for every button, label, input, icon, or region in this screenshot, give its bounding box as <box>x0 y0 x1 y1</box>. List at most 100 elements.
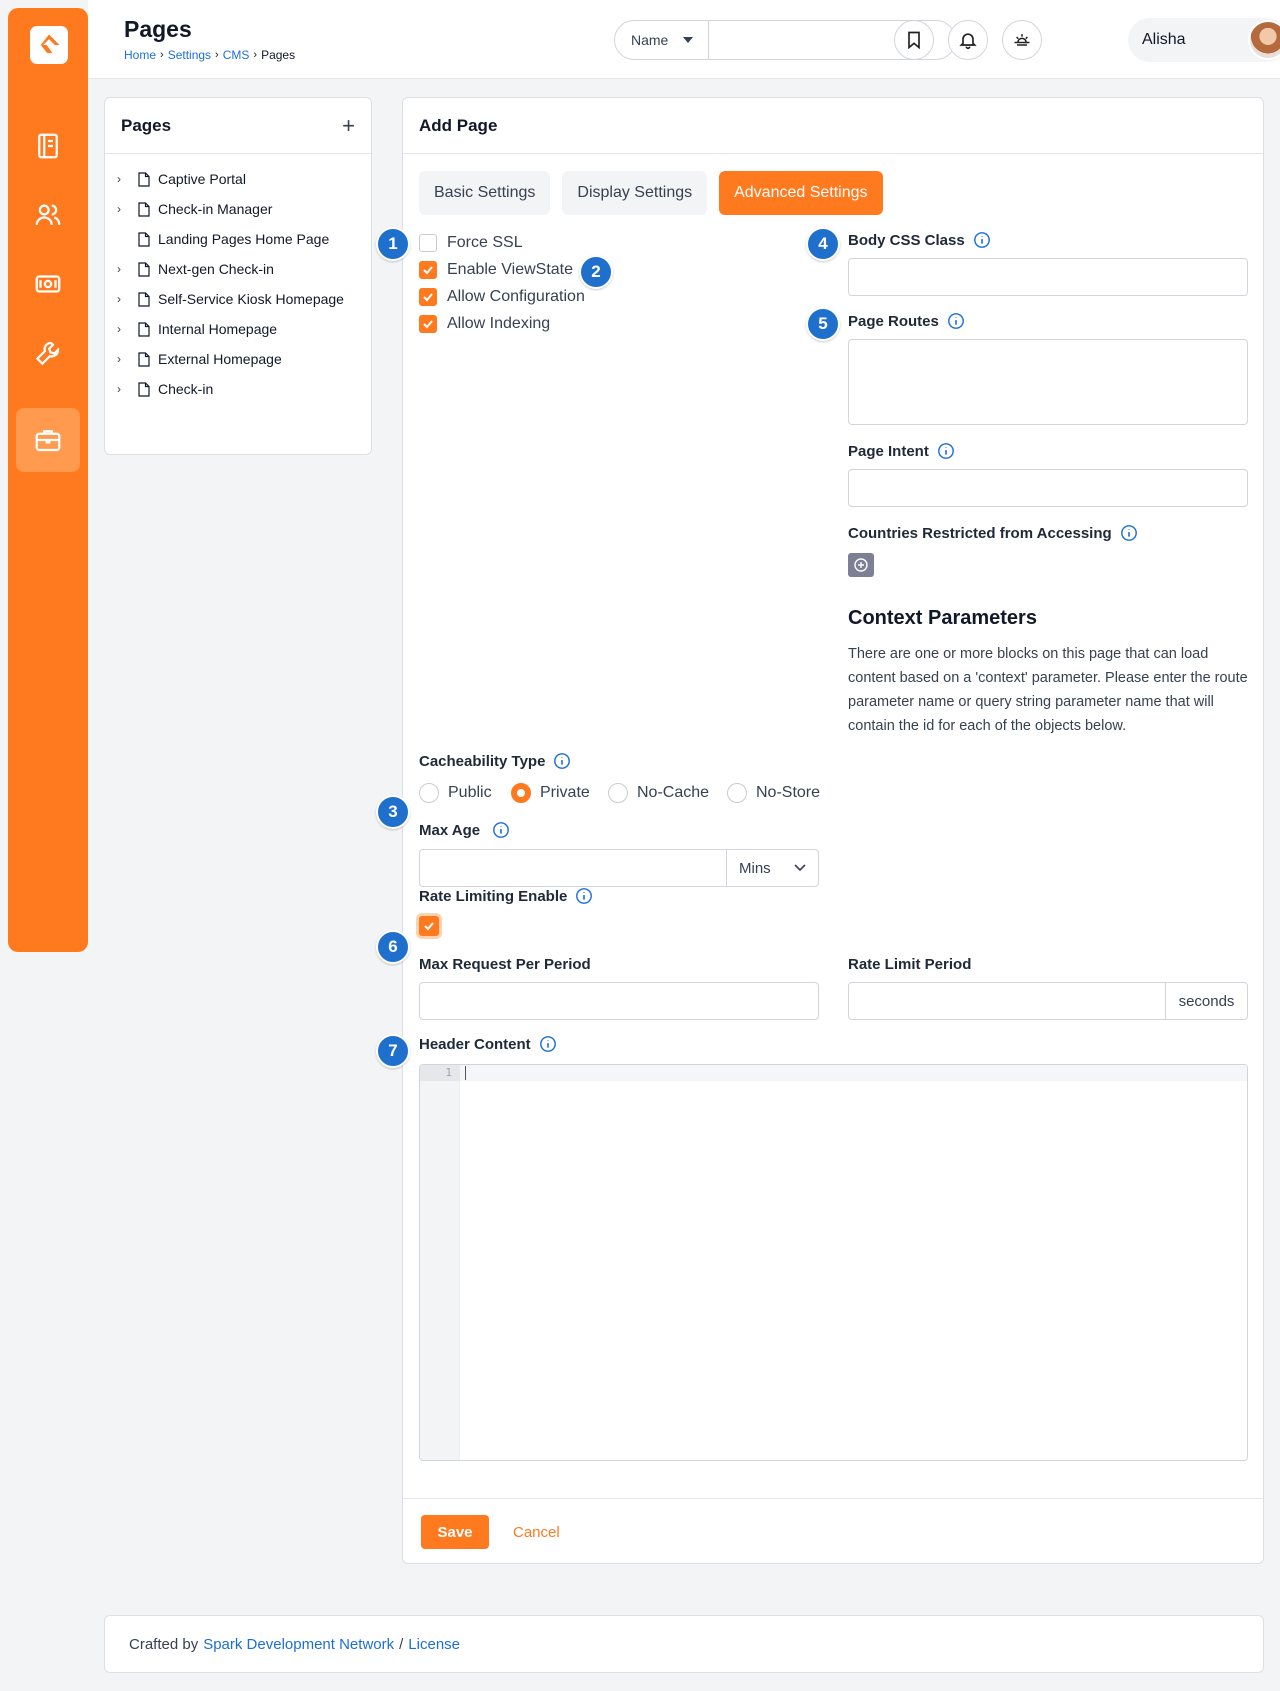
page-routes-textarea[interactable] <box>848 339 1248 425</box>
enable-viewstate-checkbox[interactable]: Enable ViewState <box>419 261 573 279</box>
tree-item[interactable]: Landing Pages Home Page <box>105 224 371 254</box>
cancel-button[interactable]: Cancel <box>513 1515 560 1549</box>
cacheability-public-radio[interactable]: Public <box>419 783 492 803</box>
info-icon[interactable] <box>937 442 955 460</box>
checkbox-box[interactable] <box>419 288 437 306</box>
page-intent-label: Page Intent <box>848 442 955 460</box>
panel-footer: Save Cancel <box>403 1498 1263 1564</box>
tree-item[interactable]: › Next-gen Check-in <box>105 254 371 284</box>
user-menu[interactable]: Alisha <box>1128 18 1280 62</box>
editor-cursor <box>465 1066 466 1080</box>
add-country-button[interactable] <box>848 553 874 577</box>
allow-indexing-checkbox[interactable]: Allow Indexing <box>419 315 550 333</box>
checkbox-box[interactable] <box>419 234 437 252</box>
countries-restricted-label: Countries Restricted from Accessing <box>848 524 1138 542</box>
radio-label: No-Store <box>756 784 821 801</box>
cacheability-nocache-radio[interactable]: No-Cache <box>608 783 709 803</box>
radio-label: No-Cache <box>637 784 710 801</box>
user-name: Alisha <box>1142 31 1186 48</box>
sidebar-item-people[interactable] <box>16 183 80 247</box>
breadcrumb-home[interactable]: Home <box>124 48 156 62</box>
caret-down-icon <box>683 37 693 43</box>
radio-circle[interactable] <box>419 783 439 803</box>
page-title: Pages <box>124 16 192 42</box>
file-icon <box>138 351 150 367</box>
checkbox-box[interactable] <box>419 315 437 333</box>
search-type-select[interactable]: Name <box>615 21 709 59</box>
breadcrumb-settings[interactable]: Settings <box>168 48 211 62</box>
chevron-right-icon[interactable]: › <box>117 262 135 276</box>
license-link[interactable]: License <box>408 1636 460 1653</box>
tree-item-label: Captive Portal <box>158 171 246 187</box>
page-intent-input[interactable] <box>848 469 1248 507</box>
sidebar-item-admin[interactable] <box>16 408 80 472</box>
info-icon[interactable] <box>947 312 965 330</box>
tree-item[interactable]: › External Homepage <box>105 344 371 374</box>
sidebar-item-book[interactable] <box>16 114 80 178</box>
info-icon[interactable] <box>553 752 571 770</box>
checkbox-label: Force SSL <box>447 234 523 251</box>
tree-item-label: Check-in <box>158 381 214 397</box>
chevron-right-icon[interactable]: › <box>117 352 135 366</box>
body-css-class-input[interactable] <box>848 258 1248 296</box>
tree-item[interactable]: › Check-in <box>105 374 371 404</box>
save-button[interactable]: Save <box>421 1515 489 1549</box>
top-header: Pages Home › Settings › CMS › Pages Name… <box>88 0 1280 79</box>
breadcrumb-cms[interactable]: CMS <box>223 48 250 62</box>
checkbox-box[interactable] <box>419 261 437 279</box>
chevron-right-icon[interactable]: › <box>117 292 135 306</box>
info-icon[interactable] <box>575 887 593 905</box>
tree-item[interactable]: › Captive Portal <box>105 164 371 194</box>
label-text: Max Age <box>419 821 481 839</box>
sidebar-item-tools[interactable] <box>16 321 80 385</box>
editor-gutter <box>420 1065 460 1460</box>
force-ssl-checkbox[interactable]: Force SSL <box>419 234 523 252</box>
max-age-unit-select[interactable]: Mins <box>726 850 818 886</box>
tree-item[interactable]: › Internal Homepage <box>105 314 371 344</box>
max-age-input[interactable] <box>420 850 726 886</box>
theme-toggle-button[interactable] <box>1002 20 1042 60</box>
radio-circle[interactable] <box>511 783 531 803</box>
check-icon <box>423 293 433 302</box>
tree-item-label: Next-gen Check-in <box>158 261 274 277</box>
notifications-button[interactable] <box>948 20 988 60</box>
tab-advanced-settings[interactable]: Advanced Settings <box>719 171 883 215</box>
max-request-label: Max Request Per Period <box>419 956 591 973</box>
tab-display-settings[interactable]: Display Settings <box>562 171 708 215</box>
rock-logo[interactable] <box>30 26 68 64</box>
rate-limit-period-input[interactable] <box>849 983 1165 1019</box>
label-text: Rate Limiting Enable <box>419 887 568 905</box>
chevron-right-icon[interactable]: › <box>117 322 135 336</box>
page-routes-label: Page Routes <box>848 312 965 330</box>
add-page-button[interactable]: + <box>342 113 355 139</box>
radio-circle[interactable] <box>727 783 747 803</box>
radio-circle[interactable] <box>608 783 628 803</box>
rate-limiting-checkbox[interactable] <box>419 916 439 936</box>
chevron-right-icon[interactable]: › <box>117 202 135 216</box>
bookmark-icon <box>908 31 920 50</box>
tab-basic-settings[interactable]: Basic Settings <box>419 171 551 215</box>
cacheability-nostore-radio[interactable]: No-Store <box>727 783 820 803</box>
cacheability-private-radio[interactable]: Private <box>511 783 590 803</box>
context-parameters-description: There are one or more blocks on this pag… <box>848 646 1248 734</box>
info-icon[interactable] <box>539 1035 557 1053</box>
callout-badge-7: 7 <box>376 1034 410 1068</box>
info-icon[interactable] <box>492 821 510 839</box>
tree-item[interactable]: › Check-in Manager <box>105 194 371 224</box>
editor-active-line <box>460 1065 1247 1081</box>
info-icon[interactable] <box>973 231 991 249</box>
chevron-right-icon[interactable]: › <box>117 172 135 186</box>
tree-item[interactable]: › Self-Service Kiosk Homepage <box>105 284 371 314</box>
rate-limit-period-group: seconds <box>848 982 1248 1020</box>
sidebar-item-finance[interactable] <box>16 252 80 316</box>
people-icon <box>35 204 61 226</box>
max-age-group: Mins <box>419 849 819 887</box>
chevron-right-icon[interactable]: › <box>117 382 135 396</box>
info-icon[interactable] <box>1120 524 1138 542</box>
header-content-editor[interactable]: 1 <box>419 1064 1248 1461</box>
bookmark-button[interactable] <box>894 20 934 60</box>
chevron-right-icon: › <box>160 49 164 61</box>
spark-link[interactable]: Spark Development Network <box>203 1636 394 1653</box>
allow-configuration-checkbox[interactable]: Allow Configuration <box>419 288 585 306</box>
max-request-input[interactable] <box>419 982 819 1020</box>
